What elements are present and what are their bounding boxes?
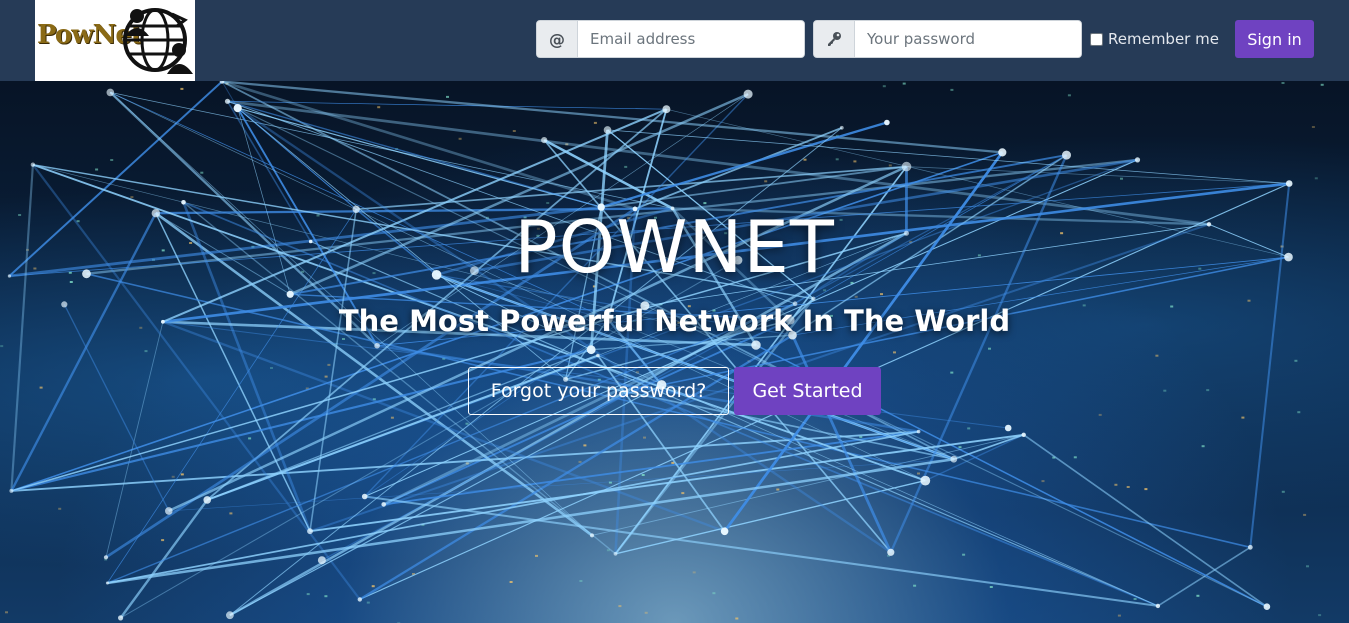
password-input-group — [813, 20, 1082, 58]
brand-logo[interactable]: PowNet — [35, 0, 195, 81]
top-navbar: PowNet @ Remember me — [0, 0, 1349, 81]
email-field[interactable] — [578, 21, 804, 57]
remember-me[interactable]: Remember me — [1090, 28, 1219, 50]
sign-in-button[interactable]: Sign in — [1235, 20, 1314, 58]
get-started-button[interactable]: Get Started — [734, 367, 881, 415]
globe-people-icon — [123, 8, 193, 74]
hero-subtitle: The Most Powerful Network In The World — [338, 304, 1011, 338]
password-field[interactable] — [855, 21, 1081, 57]
remember-me-checkbox[interactable] — [1090, 32, 1103, 46]
remember-me-label: Remember me — [1108, 30, 1219, 48]
email-input-group: @ — [536, 20, 805, 58]
key-icon — [814, 21, 855, 57]
forgot-password-button[interactable]: Forgot your password? — [468, 367, 729, 415]
hero-title: POWNET — [514, 205, 835, 289]
at-sign-icon: @ — [537, 21, 578, 57]
hero-content: POWNET The Most Powerful Network In The … — [0, 81, 1349, 623]
hero-section: POWNET The Most Powerful Network In The … — [0, 81, 1349, 623]
